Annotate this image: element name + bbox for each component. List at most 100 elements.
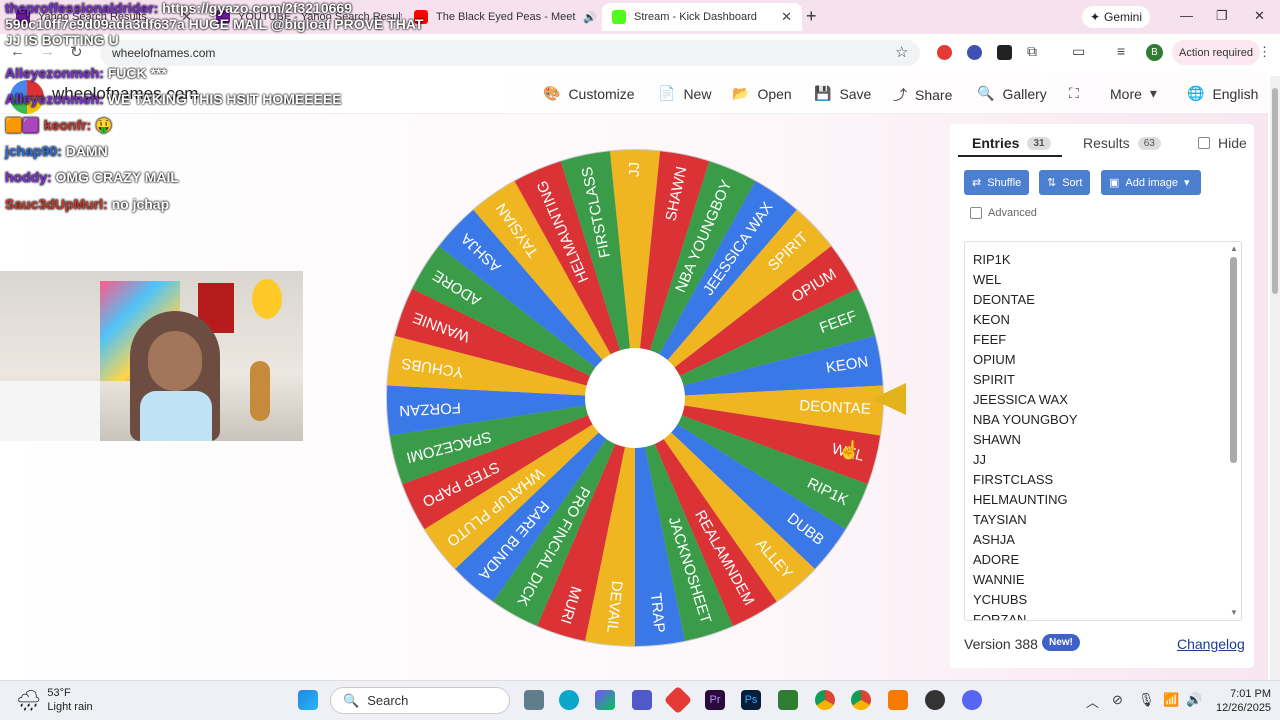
chat-text: no jchap xyxy=(111,196,170,212)
wifi-icon[interactable]: 📶 xyxy=(1163,692,1179,708)
new-tab-button[interactable]: + xyxy=(806,6,817,27)
more-menu-button[interactable]: More ▾ xyxy=(1110,85,1157,102)
search-placeholder: Search xyxy=(367,693,409,708)
bookmark-star-icon[interactable]: ☆ xyxy=(895,43,908,61)
rain-cloud-icon: 🌧 xyxy=(16,689,42,712)
sort-button[interactable]: ⇅ Sort xyxy=(1039,170,1091,195)
chevron-down-icon: ▾ xyxy=(1149,85,1157,101)
browser-menu-icon[interactable]: ⋮ xyxy=(1258,44,1271,60)
folder-icon: 📂 xyxy=(732,85,750,101)
tab-results-label: Results xyxy=(1083,135,1130,151)
hide-toggle[interactable]: Hide xyxy=(1198,135,1247,151)
language-button[interactable]: 🌐 English xyxy=(1187,85,1258,102)
wall-art xyxy=(252,279,282,319)
extensions-puzzle-icon[interactable]: ⧉ xyxy=(1027,43,1037,60)
gemini-button[interactable]: ✦ Gemini xyxy=(1082,6,1150,28)
changelog-link[interactable]: Changelog xyxy=(1177,636,1245,652)
vlc-icon[interactable] xyxy=(888,690,908,710)
scroll-down-icon[interactable]: ▼ xyxy=(1230,608,1238,617)
image-icon: ▣ xyxy=(1109,177,1120,189)
page-scroll-thumb[interactable] xyxy=(1272,88,1278,294)
minimize-icon[interactable]: — xyxy=(1180,8,1193,23)
entry-line: RIP1K xyxy=(973,252,1011,267)
shuffle-button[interactable]: ⇄ Shuffle xyxy=(964,170,1030,195)
browser-tab[interactable]: The Black Eyed Peas - Meet 🔊 ✕ xyxy=(404,3,600,31)
profile-avatar[interactable]: B xyxy=(1146,44,1163,61)
tab-results[interactable]: Results 63 xyxy=(1083,135,1161,151)
copilot-icon[interactable] xyxy=(595,690,615,710)
entry-line: FEEF xyxy=(973,332,1007,347)
advanced-label: Advanced xyxy=(988,207,1037,219)
share-icon: ⤴ xyxy=(893,87,907,103)
close-window-icon[interactable]: ✕ xyxy=(1254,8,1265,24)
search-icon: 🔍 xyxy=(977,85,995,101)
action-required-button[interactable]: Action required xyxy=(1172,40,1260,65)
scroll-up-icon[interactable]: ▲ xyxy=(1230,244,1238,253)
customize-label: Customize xyxy=(568,85,635,102)
premiere-icon[interactable]: Pr xyxy=(705,690,725,710)
wheel-of-names[interactable]: JJ SHAWNNBA YOUNGBOYJEESSICA WAXSPIRITOPI… xyxy=(385,148,885,648)
photoshop-icon[interactable]: Ps xyxy=(741,690,761,710)
entries-scroll-thumb[interactable] xyxy=(1230,257,1237,463)
entry-line: HELMAUNTING xyxy=(973,492,1068,507)
browser-tab-active[interactable]: Stream - Kick Dashboard ✕ xyxy=(602,3,802,31)
wheel-center[interactable] xyxy=(585,348,685,448)
advanced-checkbox[interactable] xyxy=(970,207,982,219)
taskbar-search[interactable]: 🔍 Search xyxy=(330,687,510,714)
save-button[interactable]: 💾 Save xyxy=(814,85,871,102)
chat-text: FUCK *** xyxy=(107,65,167,81)
maximize-icon[interactable]: ❐ xyxy=(1216,8,1228,24)
fullscreen-button[interactable]: ⛶ xyxy=(1069,85,1079,102)
obs-icon[interactable] xyxy=(925,690,945,710)
chrome-icon[interactable] xyxy=(815,690,835,710)
windows-start-icon[interactable] xyxy=(298,690,318,710)
teams-icon[interactable] xyxy=(632,690,652,710)
tab-entries[interactable]: Entries 31 xyxy=(972,135,1051,151)
gallery-button[interactable]: 🔍 Gallery xyxy=(977,85,1047,102)
edge-icon[interactable] xyxy=(559,690,579,710)
entry-line: YCHUBS xyxy=(973,592,1028,607)
clock-date: 12/26/2025 xyxy=(1216,702,1272,714)
chrome-icon[interactable] xyxy=(851,690,871,710)
tray-app-icon[interactable]: ⊘ xyxy=(1112,692,1123,708)
kick-icon xyxy=(612,10,626,24)
new-label: New xyxy=(683,85,712,102)
entry-line: JEESSICA WAX xyxy=(973,392,1068,407)
tab-label: The Black Eyed Peas - Meet xyxy=(436,11,576,23)
taskbar-clock[interactable]: 7:01 PM 12/26/2025 xyxy=(1216,687,1271,715)
open-button[interactable]: 📂 Open xyxy=(732,85,792,102)
add-image-button[interactable]: ▣ Add image ▾ xyxy=(1101,170,1201,195)
results-count-badge: 63 xyxy=(1137,136,1161,150)
volume-icon[interactable]: 🔊 xyxy=(1186,692,1202,708)
extension-icon[interactable] xyxy=(937,45,952,60)
chat-text: WE TAKING THIS HSIT HOMEEEEE xyxy=(107,91,342,107)
close-icon[interactable]: ✕ xyxy=(781,9,792,25)
customize-button[interactable]: 🎨 Customize xyxy=(543,85,635,102)
hide-checkbox[interactable] xyxy=(1198,137,1210,149)
task-view-icon[interactable] xyxy=(524,690,544,710)
shuffle-label: Shuffle xyxy=(987,176,1022,189)
chat-message: Alleyezonmeh: FUCK *** xyxy=(5,65,167,81)
media-controls-icon[interactable]: ≡ xyxy=(1117,43,1125,59)
cast-icon[interactable]: ▭ xyxy=(1072,43,1085,60)
extension-icon[interactable] xyxy=(967,45,982,60)
entry-line: OPIUM xyxy=(973,352,1016,367)
entry-line: KEON xyxy=(973,312,1010,327)
weather-widget[interactable]: 🌧 53°F Light rain xyxy=(16,686,93,714)
share-button[interactable]: ⤴ Share xyxy=(893,85,952,105)
microphone-icon[interactable]: 🎙 xyxy=(1138,692,1155,708)
discord-icon[interactable] xyxy=(962,690,982,710)
entry-line: DEONTAE xyxy=(973,292,1035,307)
file-icon: 📄 xyxy=(658,85,676,101)
clock-time: 7:01 PM xyxy=(1230,688,1272,700)
advanced-toggle[interactable]: Advanced xyxy=(970,207,1037,219)
entries-textarea[interactable]: RIP1K WEL DEONTAE KEON FEEF OPIUM SPIRIT JEESSI… xyxy=(964,241,1242,621)
extension-icon[interactable] xyxy=(997,45,1012,60)
tray-overflow-icon[interactable]: ︿ xyxy=(1086,692,1099,711)
entry-line: FIRSTCLASS xyxy=(973,472,1054,487)
chat-badges: 🟧🟪 xyxy=(5,117,40,133)
wheel-segment-label: JJ xyxy=(626,162,643,177)
app-icon[interactable] xyxy=(778,690,798,710)
chat-message: hoddy: OMG CRAZY MAIL xyxy=(5,169,179,185)
new-button[interactable]: 📄 New xyxy=(658,85,711,102)
